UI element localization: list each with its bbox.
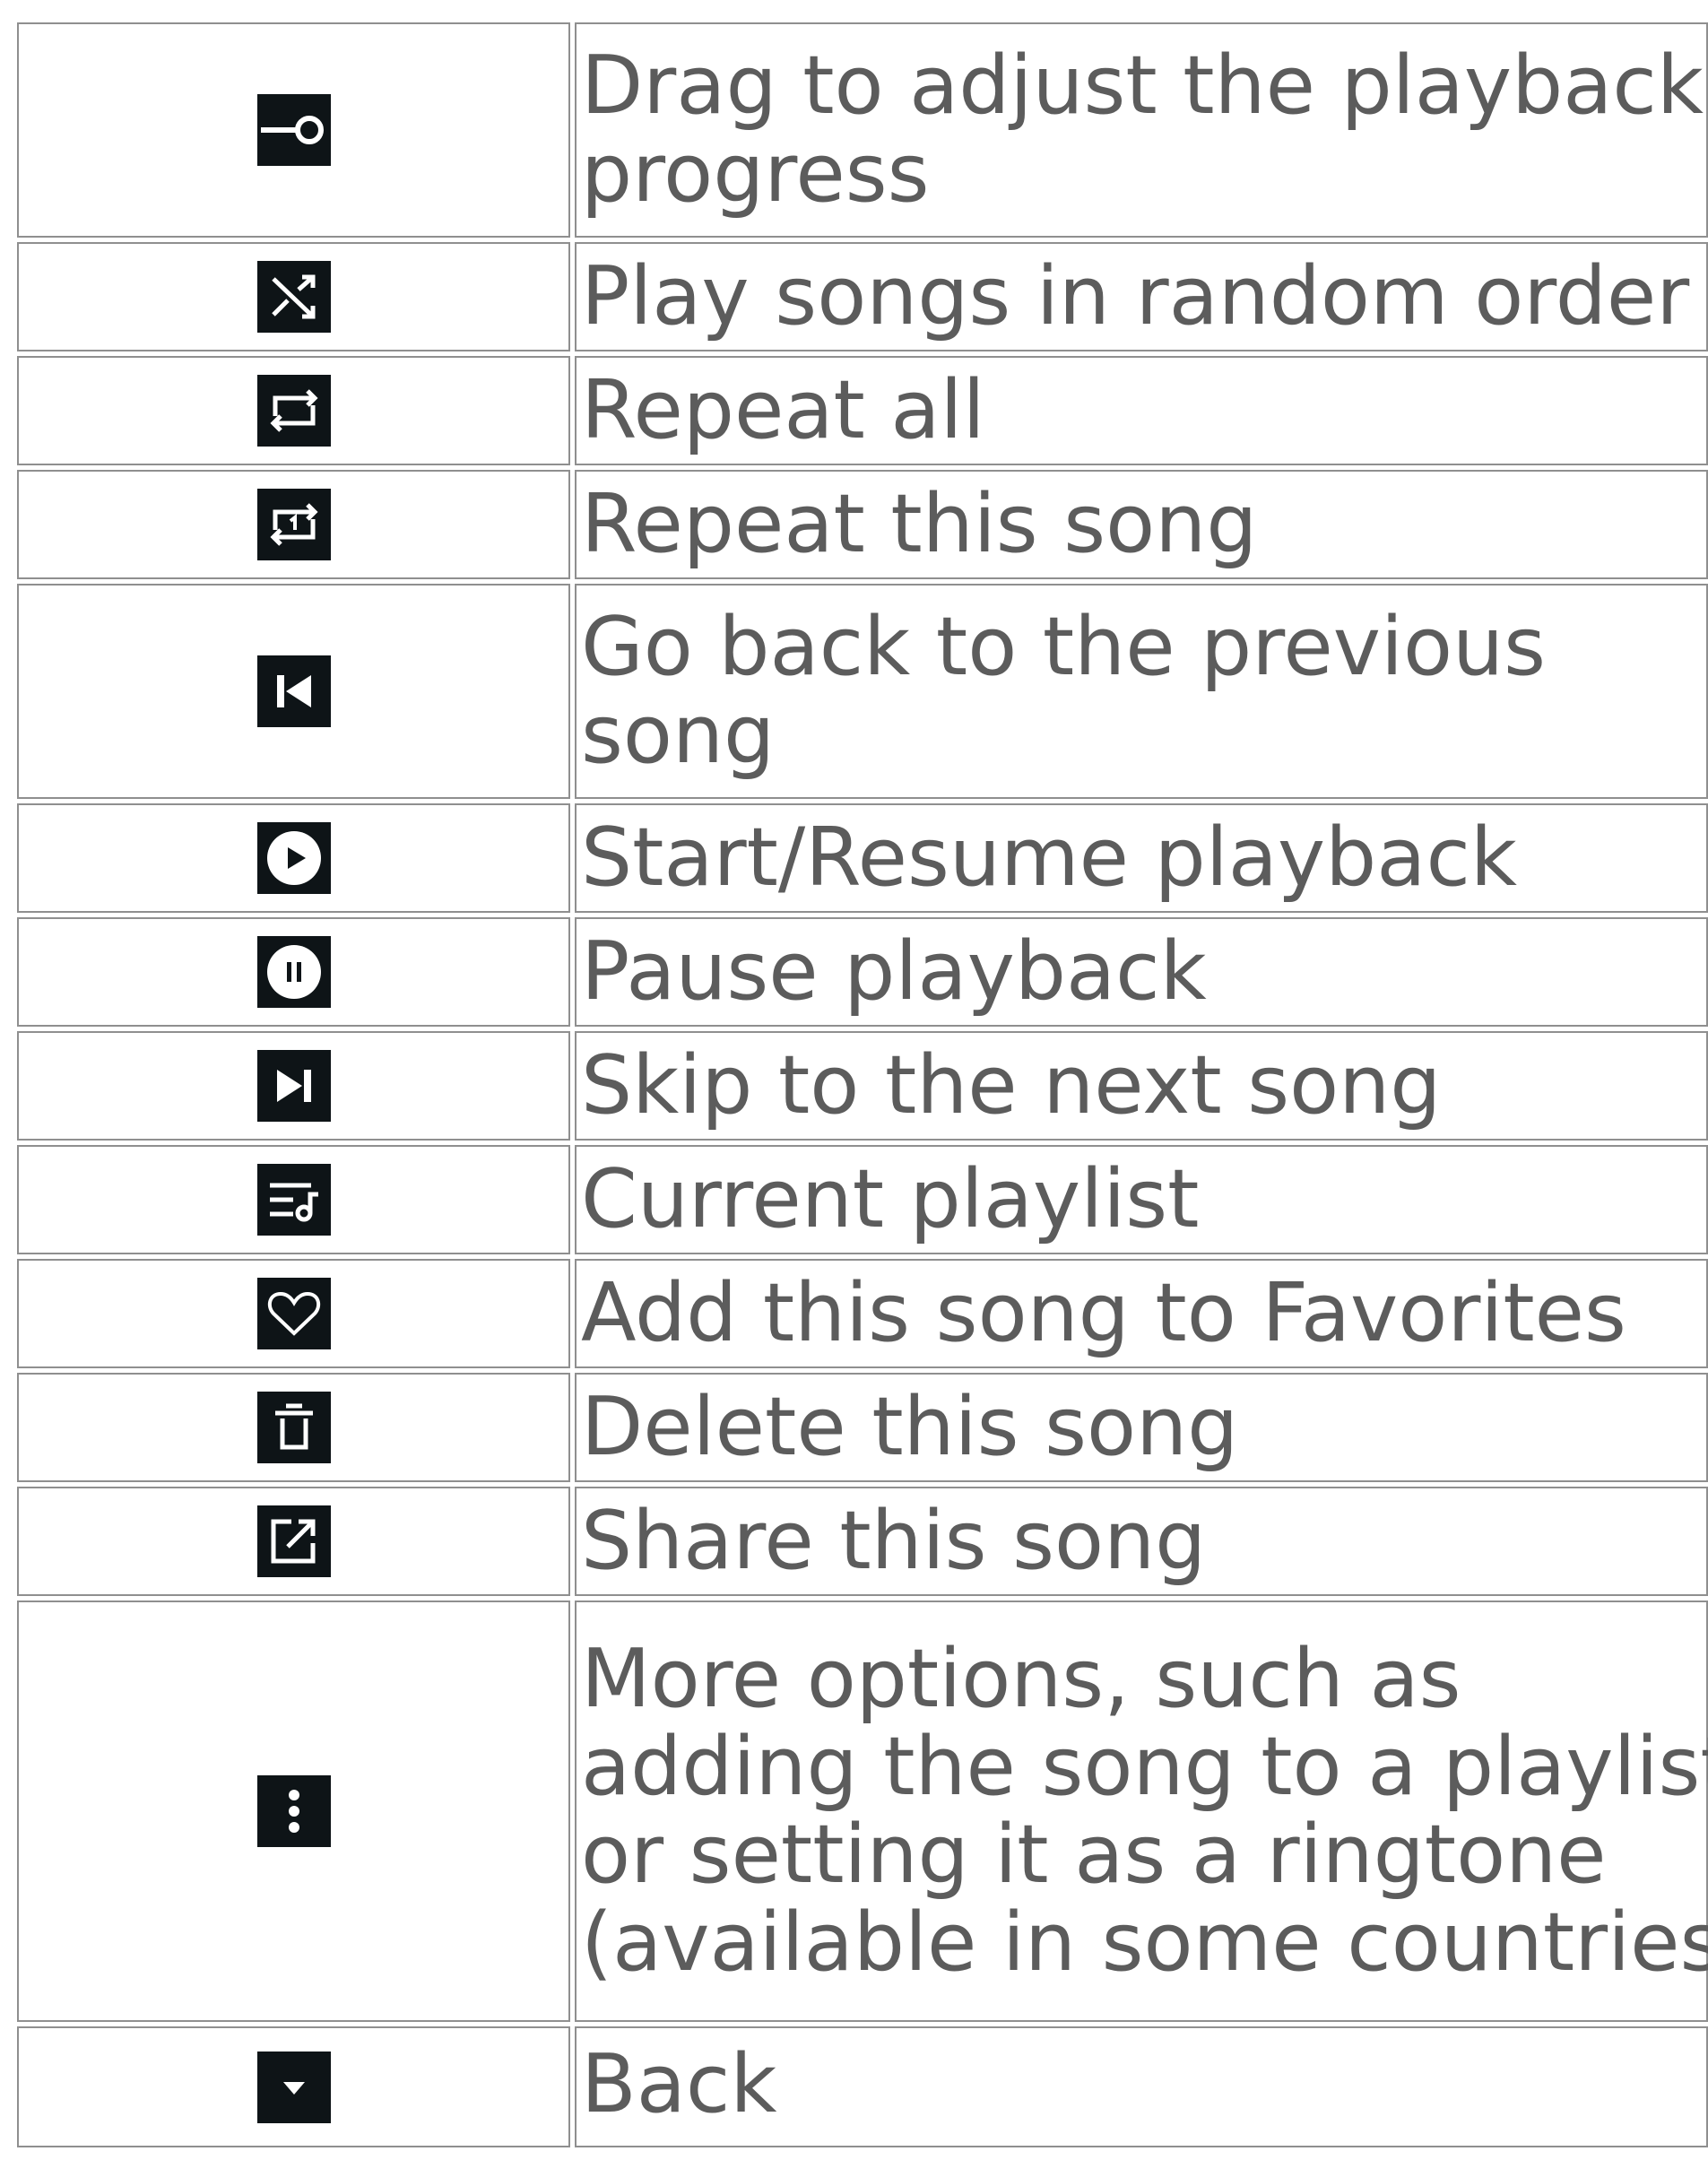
playlist-icon <box>256 1164 331 1236</box>
table-row: Skip to the next song <box>17 1031 1708 1141</box>
table-row: Add this song to Favorites <box>17 1259 1708 1368</box>
row-description: Back <box>575 2026 1708 2147</box>
row-description: Drag to adjust the playback progress <box>575 22 1708 238</box>
repeat-all-icon <box>256 375 331 447</box>
progress-slider-icon <box>256 94 331 166</box>
shuffle-icon <box>256 261 331 333</box>
table-row: Back <box>17 2026 1708 2147</box>
table-row: Start/Resume playback <box>17 803 1708 913</box>
heart-icon <box>256 1278 331 1349</box>
previous-icon <box>256 655 331 727</box>
row-description: Go back to the previous song <box>575 584 1708 799</box>
row-description: Skip to the next song <box>575 1031 1708 1141</box>
row-description: Repeat this song <box>575 470 1708 579</box>
share-icon <box>256 1505 331 1577</box>
row-description: Play songs in random order <box>575 242 1708 351</box>
row-description: Add this song to Favorites <box>575 1259 1708 1368</box>
table-row: Share this song <box>17 1487 1708 1596</box>
row-description: Current playlist <box>575 1145 1708 1254</box>
repeat-one-icon <box>256 489 331 560</box>
table-row: Delete this song <box>17 1373 1708 1482</box>
table-row: Repeat this song <box>17 470 1708 579</box>
row-description: Share this song <box>575 1487 1708 1596</box>
row-description: Delete this song <box>575 1373 1708 1482</box>
row-description: Pause playback <box>575 917 1708 1027</box>
table-row: Pause playback <box>17 917 1708 1027</box>
icon-legend-table: Drag to adjust the playback progress Play… <box>13 18 1708 2152</box>
table-row: Drag to adjust the playback progress <box>17 22 1708 238</box>
row-description: Start/Resume playback <box>575 803 1708 913</box>
table-row: Play songs in random order <box>17 242 1708 351</box>
delete-icon <box>256 1392 331 1463</box>
table-row: Go back to the previous song <box>17 584 1708 799</box>
back-icon <box>256 2051 331 2123</box>
table-row: Repeat all <box>17 356 1708 465</box>
pause-icon <box>256 936 331 1008</box>
next-icon <box>256 1050 331 1122</box>
row-description: Repeat all <box>575 356 1708 465</box>
table-row: More options, such as adding the song to … <box>17 1600 1708 2022</box>
more-options-icon <box>256 1775 331 1847</box>
row-description: More options, such as adding the song to … <box>575 1600 1708 2022</box>
play-icon <box>256 822 331 894</box>
table-row: Current playlist <box>17 1145 1708 1254</box>
